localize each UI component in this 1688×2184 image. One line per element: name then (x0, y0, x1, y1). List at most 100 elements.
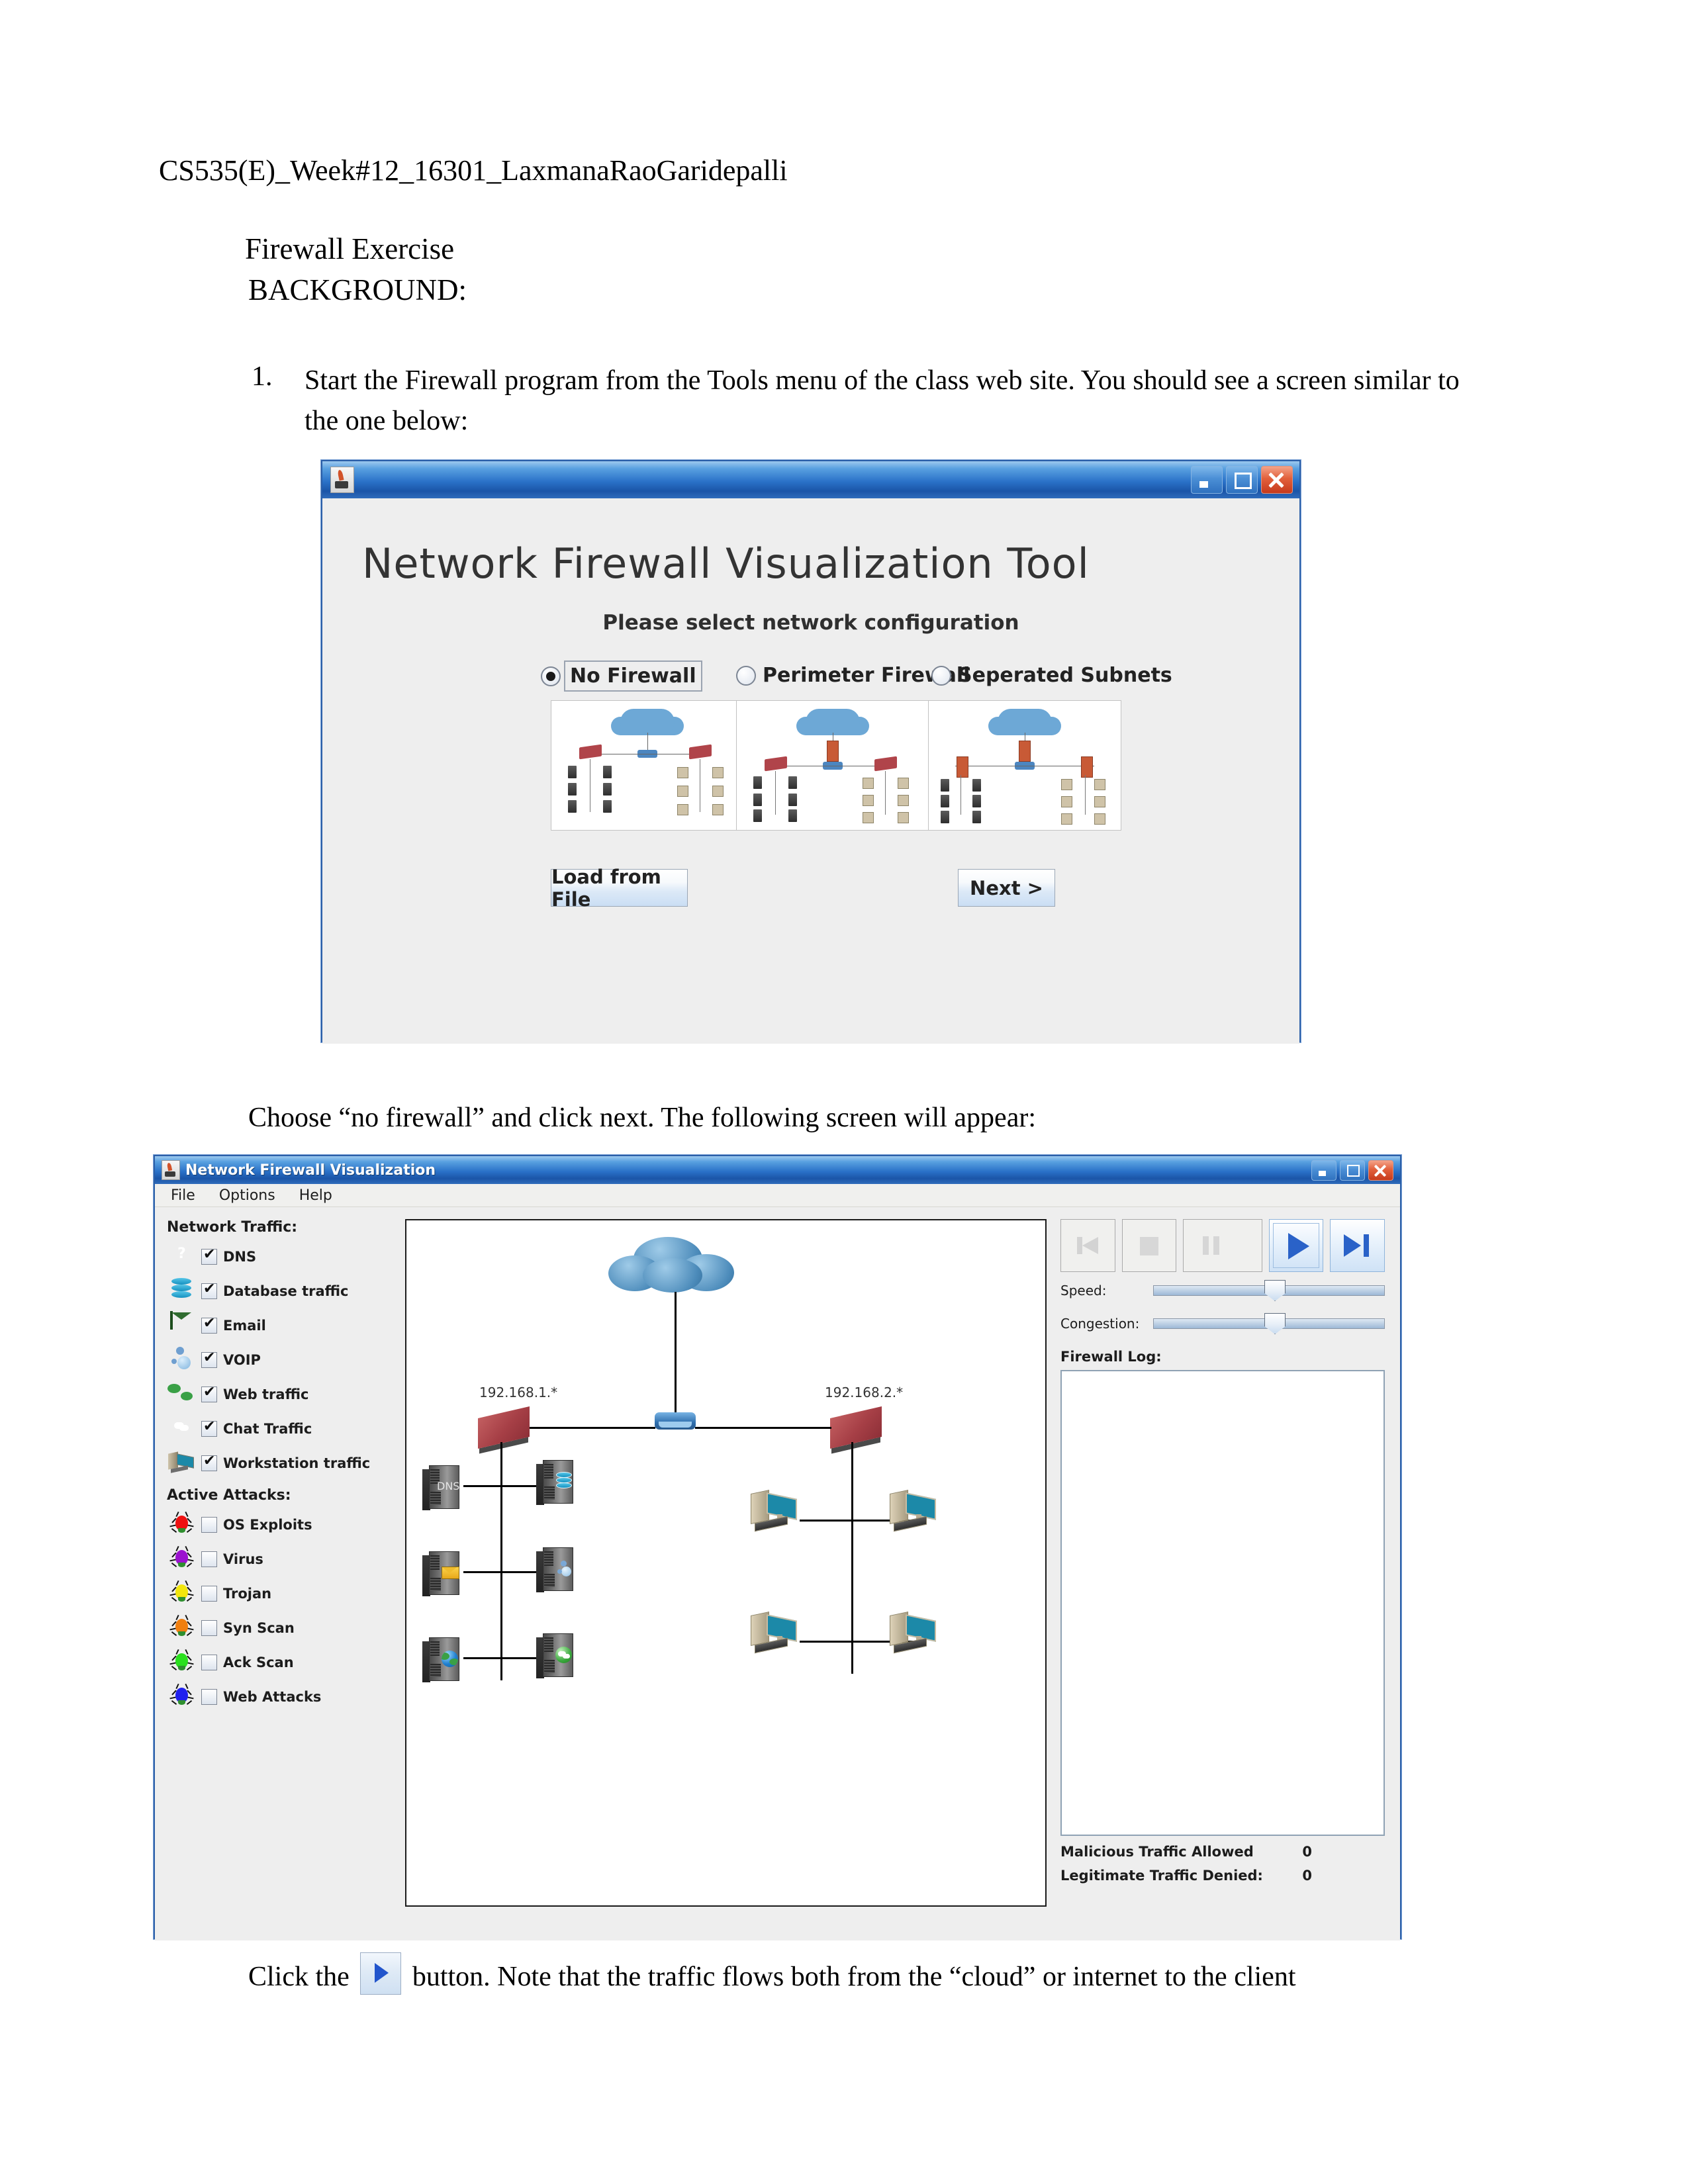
subnet-right-label: 192.168.2.* (825, 1385, 904, 1400)
skip-to-start-button[interactable] (1060, 1219, 1115, 1272)
load-from-file-button[interactable]: Load from File (551, 866, 688, 911)
checkbox-os-exploits[interactable] (201, 1517, 217, 1533)
topology-thumbnail-perimeter-firewall[interactable] (736, 700, 929, 831)
checkbox-dns[interactable] (201, 1246, 217, 1265)
attack-row-syn-scan[interactable]: Syn Scan (167, 1611, 385, 1645)
congestion-slider-knob[interactable] (1264, 1313, 1286, 1334)
checkbox-database[interactable] (201, 1281, 217, 1299)
label-voip: VOIP (223, 1352, 261, 1368)
traffic-row-dns[interactable]: DNS (167, 1240, 385, 1274)
network-diagram[interactable]: 192.168.1.* 192.168.2.* DNS (405, 1219, 1047, 1907)
active-attacks-header: Active Attacks: (167, 1487, 291, 1504)
firewall-icon (1019, 741, 1031, 762)
minimize-button[interactable] (1311, 1160, 1336, 1181)
play-button[interactable] (1268, 1219, 1324, 1272)
network-traffic-header: Network Traffic: (167, 1219, 298, 1236)
radio-icon-separated-subnets[interactable] (931, 665, 951, 686)
traffic-row-email[interactable]: Email (167, 1308, 385, 1343)
checkbox-voip[interactable] (201, 1349, 217, 1368)
workstation-icon (167, 1450, 196, 1477)
app-heading: Network Firewall Visualization Tool (362, 539, 1090, 588)
checkbox-syn-scan[interactable] (201, 1620, 217, 1636)
maximize-button[interactable] (1340, 1160, 1365, 1181)
attack-row-web-attacks[interactable]: Web Attacks (167, 1680, 385, 1714)
traffic-row-database[interactable]: Database traffic (167, 1274, 385, 1308)
checkbox-workstation[interactable] (201, 1453, 217, 1471)
bug-icon (167, 1545, 196, 1572)
caption-bottom: Click the button. Note that the traffic … (248, 1952, 1572, 1995)
pause-button[interactable] (1183, 1219, 1262, 1272)
stop-button[interactable] (1121, 1219, 1177, 1272)
traffic-row-workstation[interactable]: Workstation traffic (167, 1446, 385, 1480)
radio-icon-no-firewall[interactable] (541, 666, 561, 686)
checkbox-web[interactable] (201, 1384, 217, 1402)
cloud-icon (608, 1237, 734, 1295)
congestion-label: Congestion: (1060, 1316, 1140, 1332)
subnet-left-label: 192.168.1.* (479, 1385, 558, 1400)
traffic-row-voip[interactable]: VOIP (167, 1343, 385, 1377)
envelope-icon (167, 1311, 196, 1339)
checkbox-ack-scan[interactable] (201, 1655, 217, 1670)
topology-thumbnail-separated-subnets[interactable] (928, 700, 1121, 831)
firewall-log-textarea[interactable] (1060, 1370, 1385, 1836)
close-button[interactable] (1261, 466, 1293, 494)
radio-label-separated-subnets: Seperated Subnets (958, 664, 1172, 687)
menu-help[interactable]: Help (297, 1186, 335, 1205)
attack-row-os-exploits[interactable]: OS Exploits (167, 1508, 385, 1542)
label-os-exploits: OS Exploits (223, 1517, 312, 1533)
checkbox-chat[interactable] (201, 1418, 217, 1437)
traffic-row-chat[interactable]: Chat Traffic (167, 1412, 385, 1446)
congestion-slider[interactable] (1153, 1313, 1385, 1334)
section-heading: BACKGROUND: (248, 273, 467, 306)
database-server-icon (536, 1457, 577, 1505)
step-forward-button[interactable] (1330, 1219, 1385, 1272)
list-number: 1. (252, 361, 273, 392)
checkbox-trojan[interactable] (201, 1586, 217, 1602)
app-subheading: Please select network configuration (602, 611, 1019, 635)
congestion-slider-row: Congestion: (1060, 1313, 1385, 1334)
radio-no-firewall[interactable]: No Firewall (541, 660, 702, 692)
dns-icon (167, 1244, 196, 1270)
firewall-icon (1081, 756, 1093, 778)
switch-icon (655, 1412, 696, 1430)
label-syn-scan: Syn Scan (223, 1620, 295, 1636)
radio-icon-perimeter-firewall[interactable] (736, 665, 756, 686)
bug-icon (167, 1580, 196, 1607)
traffic-row-web[interactable]: Web traffic (167, 1377, 385, 1412)
cloud-icon (620, 709, 675, 735)
email-server-icon (422, 1549, 463, 1596)
window1-body: Network Firewall Visualization Tool Plea… (322, 498, 1299, 1044)
label-email: Email (223, 1318, 266, 1334)
attack-row-trojan[interactable]: Trojan (167, 1576, 385, 1611)
menu-bar: File Options Help (155, 1184, 1400, 1207)
checkbox-email[interactable] (201, 1315, 217, 1334)
menu-file[interactable]: File (168, 1186, 198, 1205)
visualization-window: Network Firewall Visualization File Opti… (154, 1155, 1401, 1940)
maximize-button[interactable] (1226, 466, 1258, 494)
firewall-icon (827, 741, 839, 762)
bug-icon (167, 1649, 196, 1676)
topology-thumbnail-no-firewall[interactable] (551, 700, 744, 831)
speed-slider-knob[interactable] (1264, 1280, 1286, 1301)
bug-icon (167, 1683, 196, 1710)
label-database: Database traffic (223, 1283, 349, 1299)
menu-options[interactable]: Options (216, 1186, 278, 1205)
stat-legitimate-denied-value: 0 (1302, 1868, 1312, 1884)
speed-slider[interactable] (1153, 1280, 1385, 1301)
document-header: CS535(E)_Week#12_16301_LaxmanaRaoGaridep… (159, 154, 788, 187)
label-web: Web traffic (223, 1387, 309, 1402)
voip-server-icon (536, 1545, 577, 1592)
document-page: CS535(E)_Week#12_16301_LaxmanaRaoGaridep… (0, 0, 1688, 2184)
window1-controls (1191, 466, 1295, 494)
close-button[interactable] (1368, 1160, 1393, 1181)
next-button[interactable]: Next > (958, 869, 1055, 907)
minimize-button[interactable] (1191, 466, 1223, 494)
attack-row-virus[interactable]: Virus (167, 1542, 385, 1576)
globe-icon (167, 1381, 196, 1408)
radio-separated-subnets[interactable]: Seperated Subnets (931, 664, 1172, 687)
router-right-icon (830, 1406, 882, 1449)
attack-row-ack-scan[interactable]: Ack Scan (167, 1645, 385, 1680)
window2-titlebar: Network Firewall Visualization (155, 1156, 1400, 1184)
checkbox-virus[interactable] (201, 1551, 217, 1567)
checkbox-web-attacks[interactable] (201, 1689, 217, 1705)
